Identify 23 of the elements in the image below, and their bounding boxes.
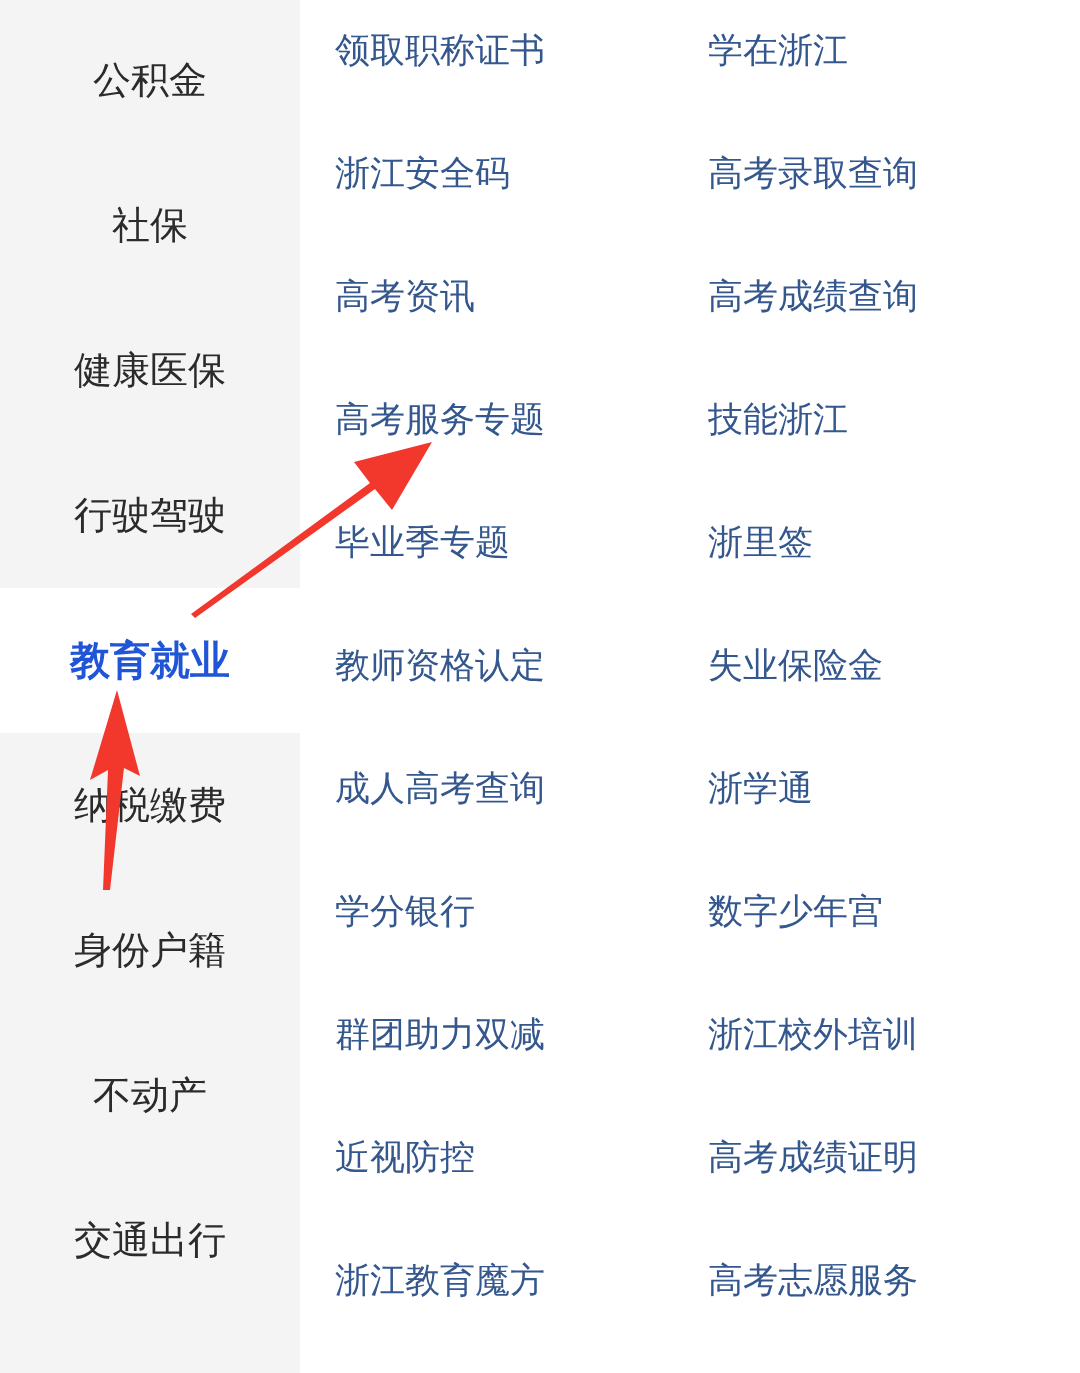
service-link[interactable]: 技能浙江 (708, 397, 848, 441)
service-link[interactable]: 毕业季专题 (335, 520, 510, 564)
service-link[interactable]: 失业保险金 (708, 643, 883, 687)
service-link[interactable]: 浙江教育魔方 (335, 1258, 545, 1302)
service-link[interactable]: 成人高考查询 (335, 766, 545, 810)
service-link[interactable]: 高考服务专题 (335, 397, 545, 441)
service-link[interactable]: 高考成绩证明 (708, 1135, 918, 1179)
service-link[interactable]: 浙江安全码 (335, 151, 510, 195)
category-tab[interactable]: 教育就业 (0, 588, 300, 733)
service-link[interactable]: 数字少年宫 (708, 889, 883, 933)
service-link[interactable]: 浙里签 (708, 520, 813, 564)
service-link[interactable]: 浙学通 (708, 766, 813, 810)
service-link[interactable]: 浙江校外培训 (708, 1012, 918, 1056)
service-link[interactable]: 近视防控 (335, 1135, 475, 1179)
service-link[interactable]: 教师资格认定 (335, 643, 545, 687)
service-link[interactable]: 学在浙江 (708, 28, 848, 72)
service-link[interactable]: 领取职称证书 (335, 28, 545, 72)
service-link[interactable]: 学分银行 (335, 889, 475, 933)
service-link[interactable]: 高考录取查询 (708, 151, 918, 195)
service-link[interactable]: 高考成绩查询 (708, 274, 918, 318)
service-link[interactable]: 高考志愿服务 (708, 1258, 918, 1302)
service-link[interactable]: 高考资讯 (335, 274, 475, 318)
service-link[interactable]: 群团助力双减 (335, 1012, 545, 1056)
